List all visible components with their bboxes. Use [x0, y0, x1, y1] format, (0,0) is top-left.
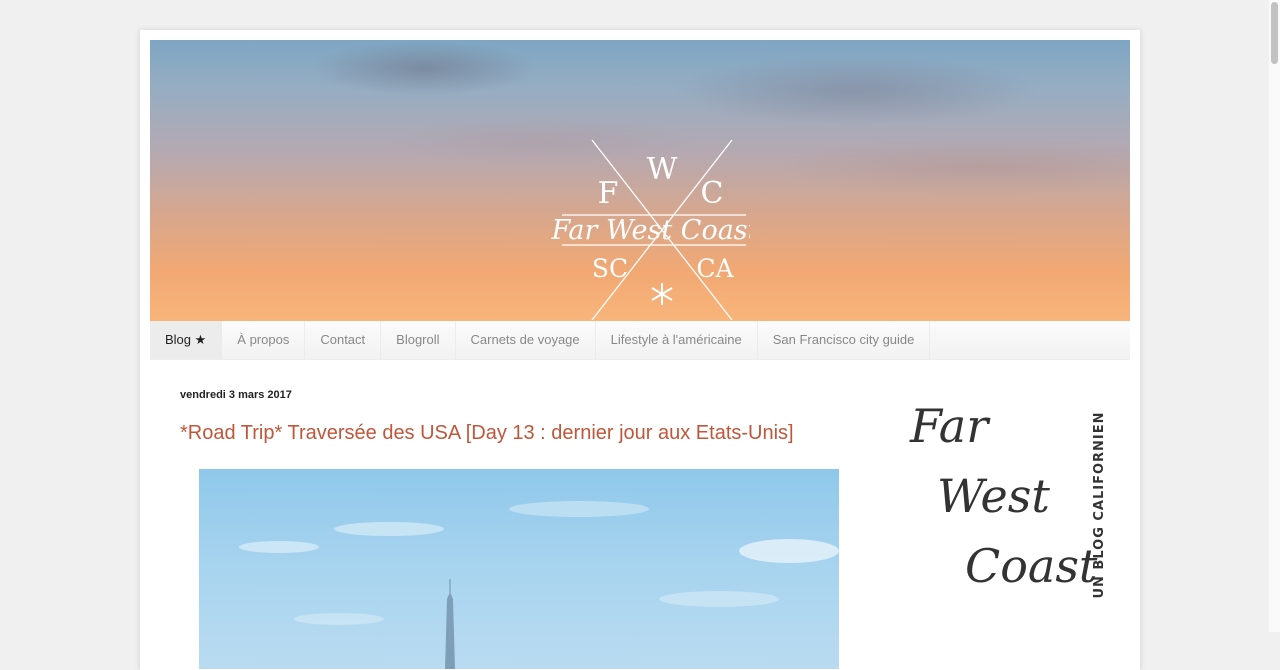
sidebar-logo-line3: Coast [965, 539, 1098, 593]
scrollbar-thumb[interactable] [1271, 2, 1278, 64]
logo-letter-bottom-right: CA [696, 254, 734, 283]
sidebar-logo[interactable]: Far West Coast UN BLOG CALIFORNIEN [905, 390, 1120, 630]
sidebar-logo-line2: West [937, 469, 1050, 523]
logo-letter-right: C [701, 176, 724, 211]
header-logo[interactable]: W F C Far West Coast SC CA [550, 125, 750, 320]
logo-letter-top: W [647, 152, 678, 187]
sky-cityscape-image [239, 501, 839, 669]
logo-letter-bottom-left: SC [592, 254, 628, 283]
main-nav: Blog ★ À propos Contact Blogroll Carnets… [150, 321, 1130, 360]
logo-letter-left: F [598, 176, 619, 211]
post-date: vendredi 3 mars 2017 [180, 389, 292, 401]
nav-item-contact[interactable]: Contact [305, 321, 382, 359]
post-title[interactable]: *Road Trip* Traversée des USA [Day 13 : … [180, 422, 794, 445]
scrollbar[interactable] [1269, 0, 1280, 632]
sidebar-logo-tagline: UN BLOG CALIFORNIEN [1092, 411, 1107, 598]
nav-item-blog[interactable]: Blog ★ [150, 321, 223, 359]
sidebar-logo-line1: Far [909, 399, 991, 453]
asterisk-icon [651, 283, 673, 305]
page-container: W F C Far West Coast SC CA Blog ★ À prop… [140, 30, 1140, 670]
post-image[interactable] [199, 469, 839, 669]
logo-name: Far West Coast [550, 215, 750, 246]
nav-item-lifestyle[interactable]: Lifestyle à l'américaine [596, 321, 758, 359]
nav-item-san-francisco-city-guide[interactable]: San Francisco city guide [758, 321, 931, 359]
nav-item-a-propos[interactable]: À propos [222, 321, 306, 359]
nav-item-carnets-de-voyage[interactable]: Carnets de voyage [456, 321, 596, 359]
header-banner[interactable]: W F C Far West Coast SC CA [150, 40, 1130, 321]
nav-item-blogroll[interactable]: Blogroll [381, 321, 456, 359]
